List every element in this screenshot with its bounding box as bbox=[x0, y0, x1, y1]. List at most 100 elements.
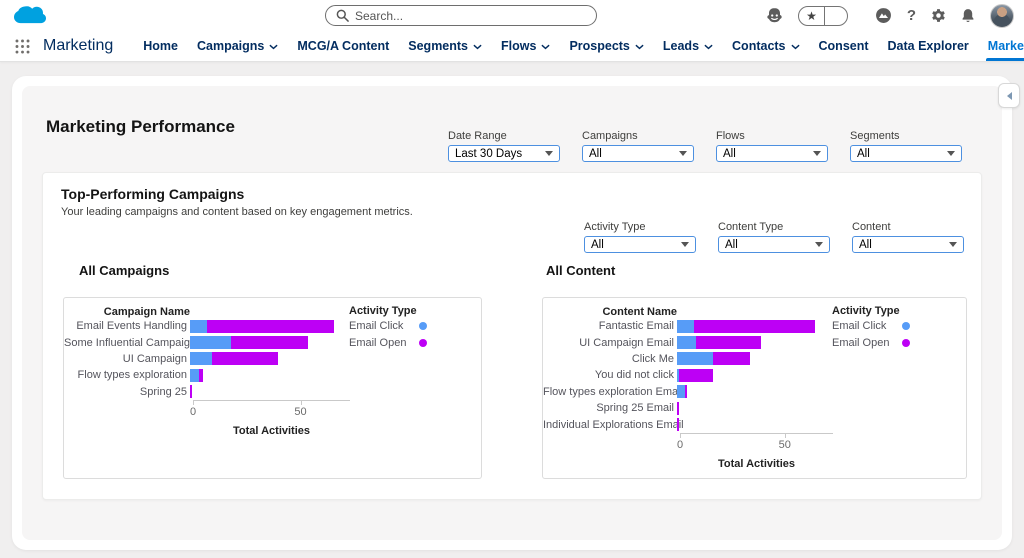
chart-row-flow-types-exploration-email: Flow types exploration Email bbox=[543, 384, 966, 400]
category-label: UI Campaign bbox=[64, 353, 190, 365]
filter-select-segments[interactable]: All bbox=[850, 145, 962, 162]
select-value: All bbox=[589, 148, 679, 160]
bar-segment-email-open[interactable] bbox=[679, 369, 713, 382]
legend-label: Email Click bbox=[349, 320, 403, 332]
trailhead-icon[interactable] bbox=[873, 5, 894, 26]
filter-select-activity-type[interactable]: All bbox=[584, 236, 696, 253]
chart-row-flow-types-exploration: Flow types exploration bbox=[64, 367, 481, 383]
category-label: Flow types exploration bbox=[64, 369, 190, 381]
nav-tab-label: Prospects bbox=[569, 39, 629, 53]
help-icon[interactable]: ? bbox=[907, 8, 916, 23]
legend-item-email-click[interactable]: Email Click bbox=[349, 318, 427, 334]
nav-tab-label: Flows bbox=[501, 39, 536, 53]
bar-segment-email-click[interactable] bbox=[677, 352, 713, 365]
favorites-control[interactable]: ★ bbox=[798, 6, 848, 26]
nav-tab-campaigns[interactable]: Campaigns bbox=[197, 31, 278, 61]
bar-segment-email-open[interactable] bbox=[231, 336, 308, 349]
filter-select-date-range[interactable]: Last 30 Days bbox=[448, 145, 560, 162]
bar-segment-email-click[interactable] bbox=[190, 369, 199, 382]
chevron-down-icon bbox=[545, 151, 553, 156]
bar-segment-email-open[interactable] bbox=[212, 352, 279, 365]
nav-tab-consent[interactable]: Consent bbox=[819, 31, 869, 61]
filter-flows: FlowsAll bbox=[716, 130, 828, 162]
legend-item-email-click[interactable]: Email Click bbox=[832, 318, 910, 334]
bar-segment-email-open[interactable] bbox=[207, 320, 334, 333]
chart-title-all-campaigns: All Campaigns bbox=[79, 263, 169, 278]
filter-select-content[interactable]: All bbox=[852, 236, 964, 253]
legend-label: Email Open bbox=[832, 337, 889, 349]
filter-select-flows[interactable]: All bbox=[716, 145, 828, 162]
chart-legend: Activity TypeEmail Click Email Open bbox=[832, 305, 912, 351]
bar-segment-email-click[interactable] bbox=[190, 336, 231, 349]
global-header: ★ ? bbox=[0, 0, 1024, 31]
notifications-icon[interactable] bbox=[959, 7, 977, 25]
section-subtitle: Your leading campaigns and content based… bbox=[61, 206, 413, 218]
chart-all-campaigns: Campaign NameEmail Events HandlingSome I… bbox=[63, 297, 482, 479]
app-launcher-icon[interactable] bbox=[14, 38, 31, 55]
collapse-panel-toggle[interactable] bbox=[998, 83, 1020, 108]
bar-segment-email-open[interactable] bbox=[190, 385, 192, 398]
filter-content-type: Content TypeAll bbox=[718, 221, 830, 253]
filter-content: Content All bbox=[852, 221, 964, 253]
bar-segment-email-open[interactable] bbox=[677, 402, 679, 415]
bar-segment-email-open[interactable] bbox=[694, 320, 816, 333]
select-value: All bbox=[725, 239, 815, 251]
bar-track bbox=[677, 402, 830, 415]
bar-segment-email-click[interactable] bbox=[677, 336, 696, 349]
search-icon bbox=[336, 9, 349, 22]
legend-item-email-open[interactable]: Email Open bbox=[832, 334, 910, 350]
nav-tab-contacts[interactable]: Contacts bbox=[732, 31, 799, 61]
axis-tick-label: 0 bbox=[190, 406, 196, 418]
chart-row-spring-25: Spring 25 bbox=[64, 384, 481, 400]
nav-tab-data-explorer[interactable]: Data Explorer bbox=[888, 31, 969, 61]
favorites-caret-icon[interactable] bbox=[825, 7, 847, 25]
panel-body: Marketing Performance Date RangeLast 30 … bbox=[22, 86, 1002, 540]
filter-label: Content bbox=[852, 221, 964, 233]
bar-segment-email-open[interactable] bbox=[677, 418, 679, 431]
category-label: Individual Explorations Email bbox=[543, 419, 677, 431]
search-input[interactable] bbox=[355, 9, 586, 23]
bar-segment-email-click[interactable] bbox=[677, 385, 685, 398]
filter-label: Date Range bbox=[448, 130, 560, 142]
bar-segment-email-click[interactable] bbox=[190, 320, 207, 333]
category-label: You did not click bbox=[543, 369, 677, 381]
nav-tab-marketing-performance[interactable]: Marketing Performance bbox=[988, 31, 1024, 61]
chart-row-ui-campaign: UI Campaign bbox=[64, 351, 481, 367]
legend-title: Activity Type bbox=[832, 305, 912, 318]
section-title: Top-Performing Campaigns bbox=[61, 186, 244, 202]
user-avatar[interactable] bbox=[990, 4, 1014, 28]
salesforce-cloud-logo[interactable] bbox=[12, 3, 48, 33]
einstein-icon[interactable] bbox=[764, 5, 785, 26]
category-label: Spring 25 Email bbox=[543, 402, 677, 414]
nav-tab-label: Home bbox=[143, 39, 178, 53]
nav-tab-prospects[interactable]: Prospects bbox=[569, 31, 643, 61]
settings-icon[interactable] bbox=[929, 7, 946, 24]
legend-item-email-open[interactable]: Email Open bbox=[349, 334, 427, 350]
filter-select-campaigns[interactable]: All bbox=[582, 145, 694, 162]
bar-segment-email-click[interactable] bbox=[677, 320, 694, 333]
category-label: Click Me bbox=[543, 353, 677, 365]
nav-tab-segments[interactable]: Segments bbox=[408, 31, 482, 61]
bar-segment-email-open[interactable] bbox=[713, 352, 751, 365]
nav-tab-label: Marketing Performance bbox=[988, 39, 1024, 53]
chart-row-individual-explorations-email: Individual Explorations Email bbox=[543, 416, 966, 432]
bar-segment-email-open[interactable] bbox=[696, 336, 761, 349]
nav-tab-label: Segments bbox=[408, 39, 468, 53]
select-value: All bbox=[723, 148, 813, 160]
filter-select-content-type[interactable]: All bbox=[718, 236, 830, 253]
bar-segment-email-open[interactable] bbox=[199, 369, 203, 382]
nav-tab-label: MCG/A Content bbox=[297, 39, 389, 53]
chevron-down-icon bbox=[269, 44, 278, 50]
nav-tab-mcg-a-content[interactable]: MCG/A Content bbox=[297, 31, 389, 61]
bar-track bbox=[190, 369, 347, 382]
category-label: UI Campaign Email bbox=[543, 337, 677, 349]
bar-segment-email-open[interactable] bbox=[685, 385, 687, 398]
bar-segment-email-click[interactable] bbox=[190, 352, 212, 365]
nav-tab-flows[interactable]: Flows bbox=[501, 31, 550, 61]
nav-tab-home[interactable]: Home bbox=[143, 31, 178, 61]
axis-tick-label: 50 bbox=[294, 406, 306, 418]
bar-track bbox=[677, 320, 830, 333]
bar-track bbox=[677, 385, 830, 398]
nav-tab-leads[interactable]: Leads bbox=[663, 31, 713, 61]
category-label: Fantastic Email bbox=[543, 320, 677, 332]
